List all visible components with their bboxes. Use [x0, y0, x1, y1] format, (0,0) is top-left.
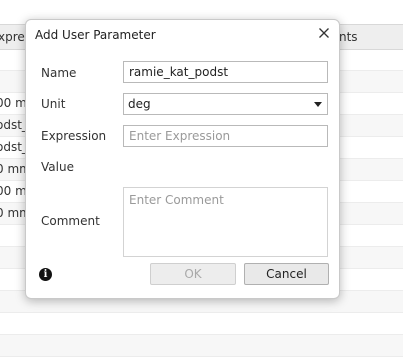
table-row[interactable]	[0, 313, 403, 335]
dialog-title: Add User Parameter	[35, 28, 156, 42]
expression-cell: odst_	[0, 118, 28, 132]
column-header-expression[interactable]: xpre	[0, 30, 25, 44]
expression-label: Expression	[41, 129, 107, 143]
unit-label: Unit	[41, 97, 66, 111]
column-header-comments[interactable]: nts	[339, 30, 358, 44]
name-field[interactable]	[123, 61, 328, 83]
unit-selected-value: deg	[128, 97, 151, 111]
cancel-button[interactable]: Cancel	[244, 263, 329, 285]
info-icon[interactable]: i	[39, 268, 52, 281]
comment-input[interactable]	[124, 188, 327, 256]
table-row[interactable]	[0, 335, 403, 357]
expression-cell: odst_	[0, 140, 28, 154]
comment-field[interactable]	[123, 187, 328, 257]
name-label: Name	[41, 66, 77, 80]
expression-field[interactable]	[123, 125, 328, 147]
add-user-parameter-dialog: Add User Parameter Name Unit deg Express…	[25, 19, 340, 299]
unit-select[interactable]: deg	[123, 93, 328, 115]
value-label: Value	[41, 160, 74, 174]
dropdown-arrow-icon	[314, 102, 322, 107]
close-icon[interactable]	[316, 25, 332, 41]
expression-input[interactable]	[124, 126, 327, 146]
name-input[interactable]	[124, 62, 327, 82]
comment-label: Comment	[41, 214, 100, 228]
ok-button[interactable]: OK	[150, 263, 236, 285]
